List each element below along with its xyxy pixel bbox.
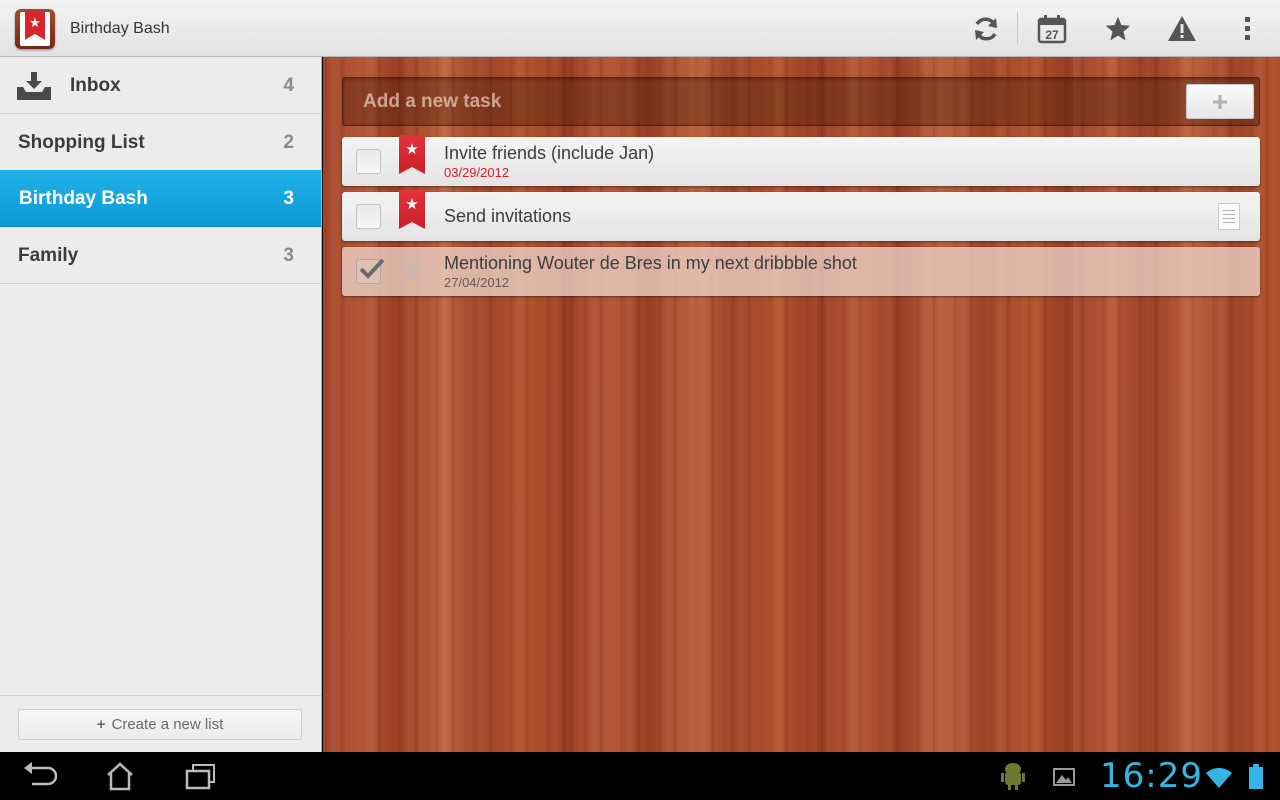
create-list-label: Create a new list	[111, 716, 224, 733]
page-title: Birthday Bash	[70, 20, 170, 37]
battery-icon	[1246, 760, 1266, 792]
calendar-icon[interactable]: 27	[1024, 0, 1080, 57]
sidebar-item-birthday-bash[interactable]: Birthday Bash 3	[0, 170, 321, 227]
system-navigation-bar: 16:29	[0, 752, 1280, 800]
task-checkbox-checked[interactable]	[356, 258, 384, 284]
note-icon[interactable]	[1218, 203, 1240, 230]
task-due-date: 27/04/2012	[444, 275, 510, 290]
sidebar-item-label: Birthday Bash	[19, 188, 148, 209]
sync-icon[interactable]	[958, 0, 1014, 57]
inbox-icon	[17, 72, 51, 100]
overflow-menu-icon[interactable]	[1220, 0, 1276, 57]
task-row[interactable]: ★ Invite friends (include Jan) 03/29/201…	[342, 135, 1260, 186]
task-row[interactable]: ★ Send invitations	[342, 190, 1260, 241]
sidebar-item-count: 3	[283, 188, 294, 209]
task-title: Invite friends (include Jan)	[444, 143, 655, 163]
star-icon[interactable]	[1090, 0, 1146, 57]
home-icon[interactable]	[100, 760, 140, 792]
create-list-button[interactable]: + Create a new list	[18, 709, 302, 740]
sidebar: Inbox 4 Shopping List 2 Birthday Bash 3 …	[0, 57, 322, 752]
task-title: Mentioning Wouter de Bres in my next dri…	[444, 253, 857, 273]
sidebar-item-label: Shopping List	[18, 132, 145, 153]
sidebar-item-label: Inbox	[70, 75, 121, 96]
star-bookmark-icon[interactable]: ★	[399, 135, 425, 174]
action-bar: ★ Birthday Bash 27	[0, 0, 1280, 57]
add-task-input[interactable]: Add a new task +	[342, 77, 1260, 126]
sidebar-item-family[interactable]: Family 3	[0, 227, 321, 284]
wifi-icon	[1204, 760, 1234, 792]
wunderlist-icon[interactable]: ★	[15, 9, 55, 49]
sidebar-item-count: 4	[283, 75, 294, 96]
add-task-placeholder: Add a new task	[363, 91, 502, 112]
task-checkbox[interactable]	[356, 204, 381, 229]
task-row-completed[interactable]: Mentioning Wouter de Bres in my next dri…	[342, 247, 1260, 296]
gallery-icon	[1052, 760, 1092, 792]
sidebar-item-shopping-list[interactable]: Shopping List 2	[0, 114, 321, 171]
sidebar-item-count: 2	[283, 132, 294, 153]
recent-apps-icon[interactable]	[180, 760, 220, 792]
task-title: Send invitations	[444, 206, 572, 226]
back-icon[interactable]	[20, 760, 60, 792]
calendar-day: 27	[1045, 28, 1059, 42]
add-task-button[interactable]: +	[1186, 84, 1254, 119]
status-clock: 16:29	[1100, 756, 1203, 796]
star-bookmark-icon[interactable]: ★	[399, 190, 425, 229]
checkmark-icon	[359, 258, 384, 279]
plus-icon: +	[96, 716, 106, 733]
sidebar-item-label: Family	[18, 245, 79, 266]
android-debug-icon	[1000, 760, 1040, 792]
task-checkbox[interactable]	[356, 149, 381, 174]
sidebar-item-inbox[interactable]: Inbox 4	[0, 57, 321, 114]
task-due-date: 03/29/2012	[444, 165, 510, 180]
action-separator	[1017, 12, 1018, 44]
sidebar-footer: + Create a new list	[0, 695, 321, 752]
sidebar-item-count: 3	[283, 245, 294, 266]
task-area: Add a new task + ★ Invite friends (inclu…	[323, 57, 1280, 752]
alert-icon[interactable]	[1154, 0, 1210, 57]
star-outline-icon[interactable]	[400, 259, 424, 283]
